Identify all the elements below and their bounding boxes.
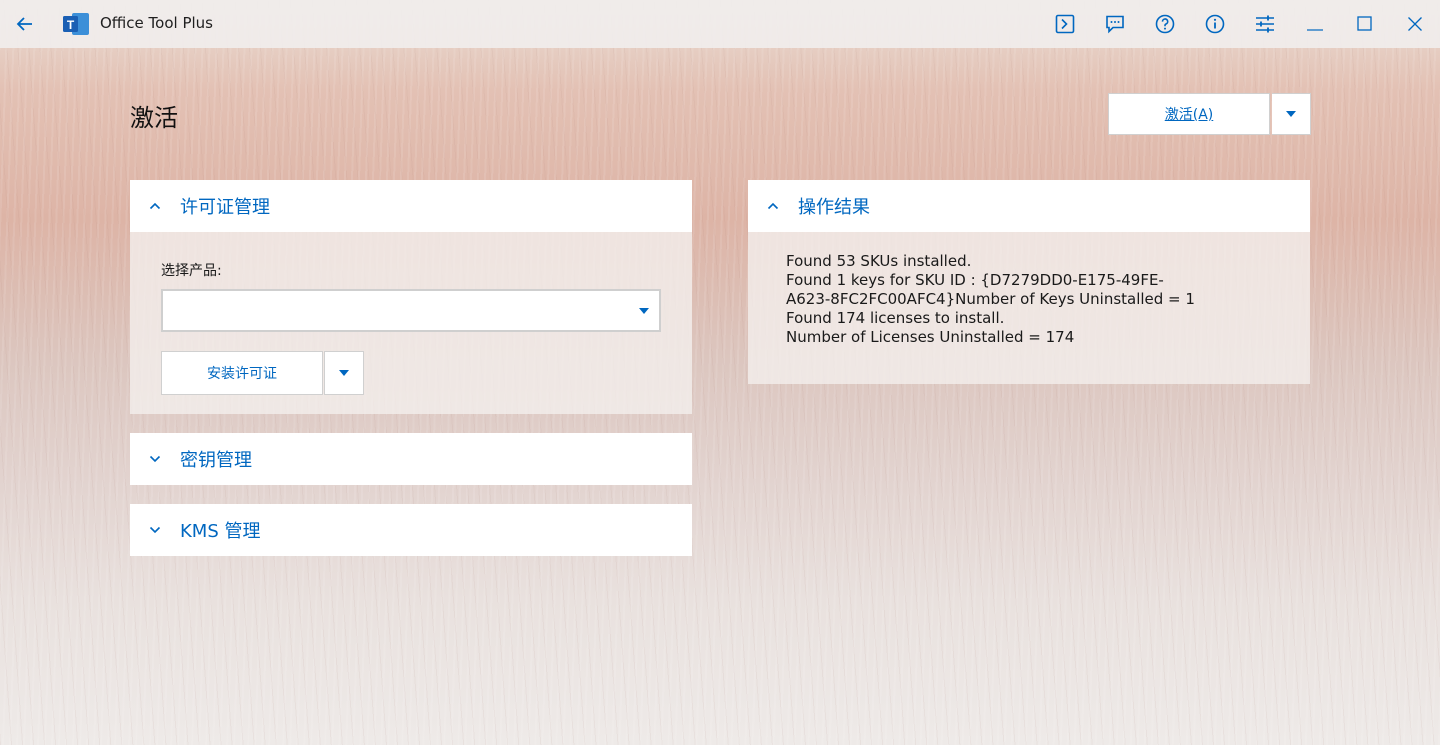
app-logo-letter: T (67, 18, 75, 32)
result-line: Found 53 SKUs installed. (786, 252, 972, 270)
minimize-icon (1307, 29, 1323, 31)
chevron-up-icon (767, 202, 779, 210)
kms-panel-header[interactable]: KMS 管理 (130, 504, 692, 556)
kms-panel: KMS 管理 (130, 504, 692, 556)
license-panel-body: 选择产品: 安装许可证 (130, 232, 692, 414)
product-select-label: 选择产品: (161, 263, 222, 279)
console-icon (1055, 14, 1075, 34)
license-panel-title: 许可证管理 (180, 197, 270, 218)
install-license-button[interactable]: 安装许可证 (161, 351, 323, 395)
key-panel-header[interactable]: 密钥管理 (130, 433, 692, 485)
settings-sliders-icon (1256, 15, 1274, 33)
help-button[interactable] (1142, 0, 1188, 48)
caret-down-icon (1286, 111, 1296, 117)
license-panel-header[interactable]: 许可证管理 (130, 180, 692, 232)
result-line: Found 174 licenses to install. (786, 309, 1005, 327)
license-panel: 许可证管理 选择产品: 安装许可证 (130, 180, 692, 414)
caret-down-icon (639, 308, 649, 314)
activate-dropdown-button[interactable] (1272, 93, 1311, 135)
key-panel-title: 密钥管理 (180, 450, 252, 471)
maximize-icon (1357, 16, 1372, 31)
chevron-up-icon (149, 202, 161, 210)
info-button[interactable] (1192, 0, 1238, 48)
result-line: Number of Licenses Uninstalled = 174 (786, 328, 1075, 346)
activate-button[interactable]: 激活(A) (1108, 93, 1270, 135)
page-title: 激活 (130, 104, 178, 132)
install-license-split-button: 安装许可证 (161, 351, 364, 395)
title-bar: T Office Tool Plus (0, 0, 1440, 48)
product-select[interactable] (161, 289, 661, 332)
chevron-down-icon (149, 455, 161, 463)
result-line: Found 1 keys for SKU ID : {D7279DD0-E175… (786, 271, 1164, 289)
help-icon (1155, 14, 1175, 34)
console-button[interactable] (1042, 0, 1088, 48)
settings-button[interactable] (1242, 0, 1288, 48)
app-title: Office Tool Plus (100, 14, 213, 32)
kms-panel-title: KMS 管理 (180, 521, 261, 542)
caret-down-icon (339, 370, 349, 376)
chevron-down-icon (149, 526, 161, 534)
result-panel-header[interactable]: 操作结果 (748, 180, 1310, 232)
result-panel-body: Found 53 SKUs installed. Found 1 keys fo… (748, 232, 1310, 384)
key-panel: 密钥管理 (130, 433, 692, 485)
result-line: A623-8FC2FC00AFC4}Number of Keys Uninsta… (786, 290, 1195, 308)
result-panel-title: 操作结果 (798, 197, 870, 218)
back-icon (16, 17, 32, 31)
result-panel: 操作结果 Found 53 SKUs installed. Found 1 ke… (748, 180, 1310, 384)
close-icon (1408, 17, 1422, 31)
app-logo: T (62, 11, 90, 37)
maximize-button[interactable] (1342, 0, 1388, 48)
minimize-button[interactable] (1292, 0, 1338, 48)
install-license-dropdown-button[interactable] (324, 351, 364, 395)
feedback-button[interactable] (1092, 0, 1138, 48)
info-icon (1205, 14, 1225, 34)
feedback-icon (1106, 15, 1124, 34)
back-button[interactable] (2, 0, 48, 48)
close-button[interactable] (1392, 0, 1438, 48)
activate-split-button: 激活(A) (1108, 93, 1311, 135)
result-log: Found 53 SKUs installed. Found 1 keys fo… (748, 232, 1310, 347)
